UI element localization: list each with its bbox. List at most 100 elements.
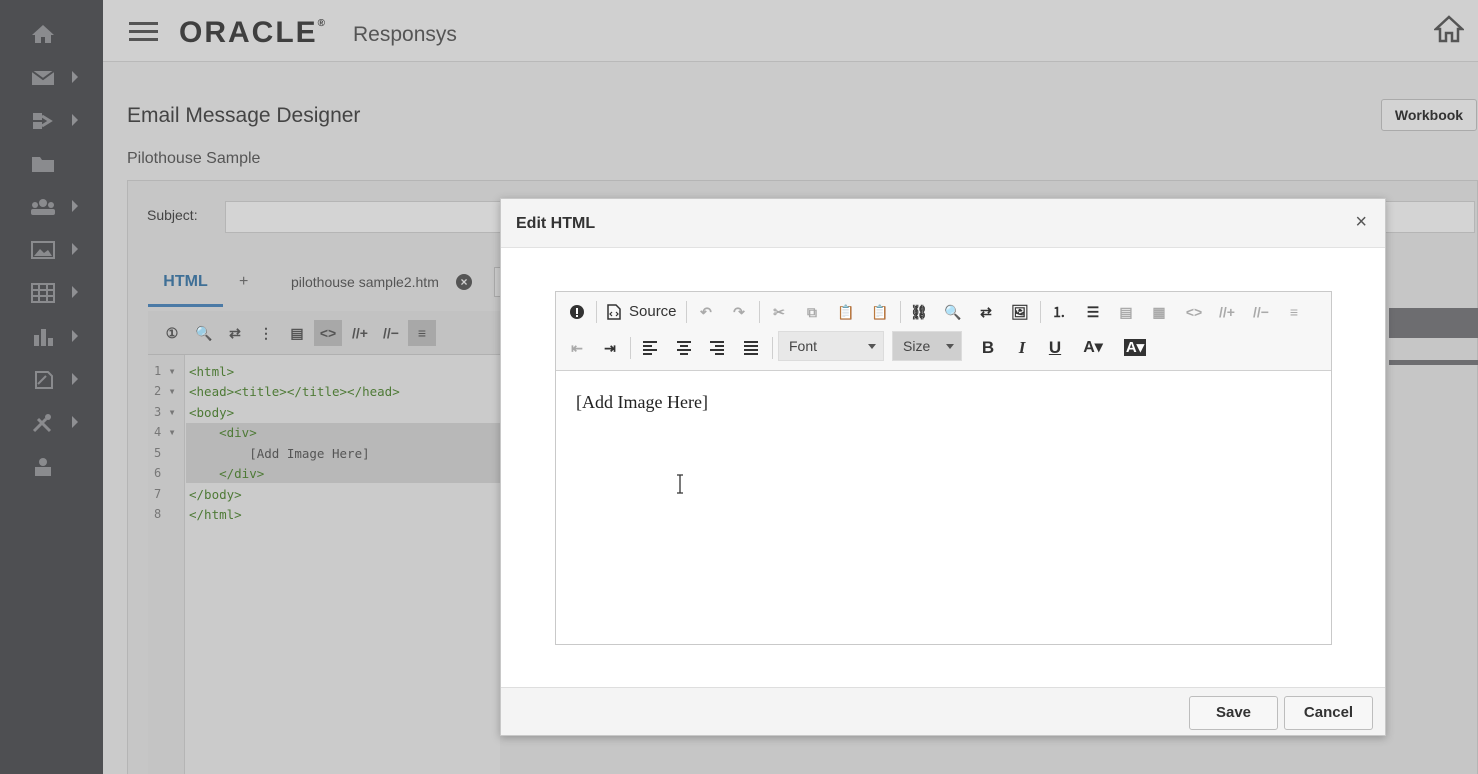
wrap-icon[interactable]: ≡ — [1281, 299, 1307, 325]
nav-analytics[interactable] — [0, 319, 103, 355]
chevron-right-icon — [72, 71, 78, 83]
code-view-icon[interactable]: <> — [1181, 299, 1207, 325]
copy-icon[interactable]: ⧉ — [799, 299, 825, 325]
source-icon — [604, 299, 624, 325]
code-line: <body> — [189, 405, 235, 420]
add-tab-button[interactable]: + — [239, 273, 248, 291]
dialog-footer: Save Cancel — [501, 687, 1385, 735]
tab-html[interactable]: HTML — [148, 271, 223, 307]
chevron-right-icon — [72, 416, 78, 428]
text-color-button[interactable]: A▾ — [1077, 335, 1109, 361]
info-icon[interactable] — [564, 299, 590, 325]
chevron-right-icon — [72, 114, 78, 126]
nav-tools[interactable] — [0, 405, 103, 441]
italic-button[interactable]: I — [1009, 335, 1035, 361]
tools-icon — [32, 414, 52, 433]
indent-icon[interactable]: ⇥ — [597, 335, 623, 361]
bulleted-list-icon[interactable]: ☰ — [1080, 299, 1106, 325]
code-editor[interactable]: 1 ▾ 2 ▾ 3 ▾ 4 ▾ 5 6 7 8 <html> <head><ti… — [148, 355, 500, 774]
uncomment-icon[interactable]: //− — [377, 320, 405, 346]
mail-icon — [31, 70, 55, 85]
hamburger-menu-icon[interactable] — [129, 22, 158, 42]
nav-audience[interactable] — [0, 189, 103, 225]
line-number: 8 — [154, 507, 162, 521]
nav-campaigns[interactable] — [0, 60, 103, 96]
link-icon[interactable]: ⛓ — [906, 299, 932, 325]
align-left-icon[interactable] — [637, 335, 663, 361]
chevron-right-icon — [72, 373, 78, 385]
line-number: 1 ▾ — [154, 364, 176, 378]
outdent-icon[interactable]: ⇤ — [564, 335, 590, 361]
image-icon — [31, 241, 55, 259]
code-toolbar: ① 🔍 ⇄ ⋮ ▤ <> //+ //− ≡ — [148, 311, 500, 355]
size-select[interactable]: Size — [892, 331, 962, 361]
source-button[interactable]: Source — [629, 299, 677, 325]
paste-icon[interactable]: 📋 — [833, 299, 859, 325]
search-icon[interactable]: 🔍 — [190, 320, 218, 346]
close-tab-icon[interactable]: × — [456, 274, 472, 290]
page-title: Email Message Designer — [127, 104, 361, 127]
page-subtitle: Pilothouse Sample — [127, 150, 261, 167]
document-icon — [35, 371, 53, 389]
line-number: 4 ▾ — [154, 425, 176, 439]
replace-icon[interactable]: ⇄ — [973, 299, 999, 325]
align-justify-icon[interactable] — [738, 335, 764, 361]
save-button[interactable]: Save — [1189, 696, 1278, 730]
code-view-icon[interactable]: <> — [314, 320, 342, 346]
workbook-button[interactable]: Workbook — [1381, 99, 1477, 131]
wrap-icon[interactable]: ≡ — [408, 320, 436, 346]
cancel-button[interactable]: Cancel — [1284, 696, 1373, 730]
text-cursor-icon — [677, 474, 683, 494]
audience-icon — [31, 199, 55, 215]
nav-folders[interactable] — [0, 146, 103, 182]
redo-icon[interactable]: ↷ — [726, 299, 752, 325]
bold-button[interactable]: B — [975, 335, 1001, 361]
code-line: <head><title></title></head> — [189, 384, 400, 399]
undo-icon[interactable]: ↶ — [693, 299, 719, 325]
code-line: [Add Image Here] — [189, 446, 370, 461]
comment-icon[interactable]: //+ — [1214, 299, 1240, 325]
chart-icon — [34, 329, 53, 346]
cut-icon[interactable]: ✂ — [766, 299, 792, 325]
template-icon[interactable]: ▦ — [1146, 299, 1172, 325]
comment-icon[interactable]: //+ — [346, 320, 374, 346]
replace-icon[interactable]: ⇄ — [221, 320, 249, 346]
oracle-logo: ORACLE® — [179, 16, 328, 49]
close-icon[interactable]: × — [1355, 212, 1367, 232]
nav-data[interactable] — [0, 275, 103, 311]
template-icon[interactable]: ▤ — [283, 320, 311, 346]
image-icon[interactable]: 🖼 — [1007, 299, 1033, 325]
nav-content-library[interactable] — [0, 232, 103, 268]
info-icon[interactable]: ① — [158, 320, 186, 346]
nav-account[interactable] — [0, 449, 103, 485]
background-color-button[interactable]: A▾ — [1119, 335, 1151, 361]
find-icon[interactable]: 🔍 — [940, 299, 966, 325]
top-bar: ORACLE® Responsys — [103, 0, 1478, 62]
home-icon — [32, 25, 54, 43]
format-icon[interactable]: ▤ — [1113, 299, 1139, 325]
numbered-list-icon[interactable]: ⒈ — [1046, 299, 1072, 325]
nav-programs[interactable] — [0, 103, 103, 139]
nav-documents[interactable] — [0, 362, 103, 398]
chevron-right-icon — [72, 243, 78, 255]
align-right-icon[interactable] — [704, 335, 730, 361]
uncomment-icon[interactable]: //− — [1248, 299, 1274, 325]
preview-header-bar — [1389, 308, 1478, 338]
code-line: <div> — [189, 425, 257, 440]
format-icon[interactable]: ⋮ — [252, 320, 280, 346]
paste-text-icon[interactable]: 📋 — [867, 299, 893, 325]
dialog-title: Edit HTML — [516, 215, 596, 232]
product-name: Responsys — [353, 23, 457, 46]
home-icon[interactable] — [1434, 14, 1464, 44]
chevron-right-icon — [72, 200, 78, 212]
rte-toolbar: Source ↶ ↷ ✂ ⧉ 📋 📋 ⛓ 🔍 ⇄ 🖼 ⒈ ☰ ▤ ▦ <> //… — [556, 292, 1331, 371]
underline-button[interactable]: U — [1042, 335, 1068, 361]
line-number: 2 ▾ — [154, 384, 176, 398]
font-select[interactable]: Font — [778, 331, 884, 361]
editor-content[interactable]: [Add Image Here] — [576, 392, 708, 413]
tab-file[interactable]: pilothouse sample2.htm — [291, 274, 439, 290]
dialog-header: Edit HTML × — [501, 199, 1385, 248]
code-line: <html> — [189, 364, 235, 379]
align-center-icon[interactable] — [671, 335, 697, 361]
nav-home[interactable] — [0, 16, 103, 52]
